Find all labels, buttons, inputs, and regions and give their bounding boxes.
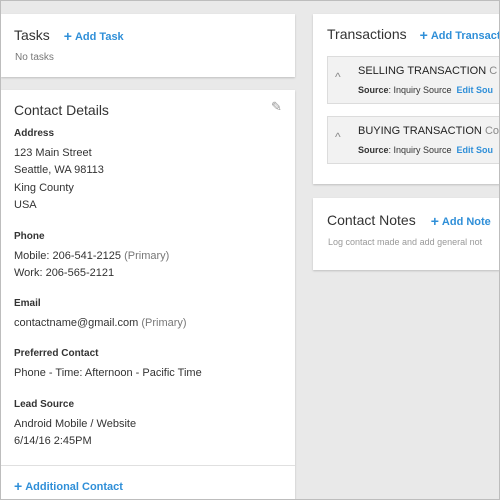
phone-mobile-value[interactable]: Mobile: 206-541-2125 xyxy=(14,250,121,262)
address-line: 123 Main Street xyxy=(14,147,92,159)
edit-source-link[interactable]: Edit Sou xyxy=(457,85,494,95)
lead-source-value: Android Mobile / Website xyxy=(14,418,137,430)
additional-contact-button[interactable]: + Additional Contact xyxy=(14,477,123,494)
add-transaction-button[interactable]: +Add Transaction xyxy=(419,26,500,43)
phone-section: Phone Mobile: 206-541-2125 (Primary) Wor… xyxy=(14,231,169,283)
add-transaction-label: Add Transaction xyxy=(430,30,500,42)
lead-source-section: Lead Source Android Mobile / Website 6/1… xyxy=(14,399,136,451)
phone-work[interactable]: Work: 206-565-2121 xyxy=(14,265,169,282)
contact-notes-card xyxy=(313,198,500,270)
primary-tag: (Primary) xyxy=(124,250,170,262)
add-note-button[interactable]: + Add Note xyxy=(430,212,491,229)
primary-tag: (Primary) xyxy=(141,317,187,329)
transaction-name-text: BUYING TRANSACTION xyxy=(358,125,482,137)
transaction-name-extra: C xyxy=(489,65,498,77)
preferred-contact-value: Phone - Time: Afternoon - Pacific Time xyxy=(14,367,202,379)
add-task-button[interactable]: + Add Task xyxy=(63,27,124,44)
email-section: Email contactname@gmail.com (Primary) xyxy=(14,298,187,332)
transactions-title: Transactions xyxy=(327,26,407,42)
transaction-name: BUYING TRANSACTION Co xyxy=(358,125,499,137)
contact-notes-header: Contact Notes + Add Note xyxy=(327,212,491,229)
source-value: : Inquiry Source xyxy=(388,145,452,155)
address-line: USA xyxy=(14,198,37,211)
preferred-contact-label: Preferred Contact xyxy=(14,348,99,359)
address-line: King County xyxy=(14,181,74,194)
contact-notes-description[interactable]: Log contact made and add general not xyxy=(328,237,482,247)
preferred-contact-section: Preferred Contact Phone - Time: Afternoo… xyxy=(14,348,202,382)
phone-mobile: Mobile: 206-541-2125 (Primary) xyxy=(14,248,169,265)
chevron-up-icon[interactable]: ^ xyxy=(335,70,341,84)
tasks-card xyxy=(1,14,295,77)
edit-source-link[interactable]: Edit Sou xyxy=(457,145,494,155)
chevron-up-icon[interactable]: ^ xyxy=(335,130,341,144)
add-note-label: Add Note xyxy=(441,216,491,228)
divider xyxy=(1,465,295,466)
add-task-label: Add Task xyxy=(74,31,124,43)
tasks-empty-text: No tasks xyxy=(15,52,54,63)
source-label: Source xyxy=(358,145,389,155)
additional-contact-label: Additional Contact xyxy=(25,481,123,493)
plus-icon: + xyxy=(14,478,23,494)
edit-pencil-icon[interactable]: ✎ xyxy=(271,99,282,115)
plus-icon: + xyxy=(430,213,439,229)
address-label: Address xyxy=(14,128,55,139)
transaction-name: SELLING TRANSACTION C xyxy=(358,65,497,77)
transaction-item[interactable]: ^ BUYING TRANSACTION Co Source: Inquiry … xyxy=(327,116,500,164)
transaction-name-text: SELLING TRANSACTION xyxy=(358,65,487,77)
source-label: Source xyxy=(358,85,389,95)
contact-details-title: Contact Details xyxy=(14,102,109,118)
address-line: Seattle, WA 98113 xyxy=(14,164,104,177)
plus-icon: + xyxy=(419,27,428,43)
tasks-title: Tasks xyxy=(14,27,50,43)
source-value: : Inquiry Source xyxy=(388,85,452,95)
email-line: contactname@gmail.com (Primary) xyxy=(14,315,187,332)
lead-source-time: 6/14/16 2:45PM xyxy=(14,435,92,448)
contact-notes-title: Contact Notes xyxy=(327,212,416,228)
lead-source-label: Lead Source xyxy=(14,399,75,410)
plus-icon: + xyxy=(63,28,72,44)
email-value[interactable]: contactname@gmail.com xyxy=(14,317,138,329)
transaction-source: Source: Inquiry Source Edit Sou xyxy=(358,145,493,155)
email-label: Email xyxy=(14,298,41,309)
transaction-item[interactable]: ^ SELLING TRANSACTION C Source: Inquiry … xyxy=(327,56,500,104)
phone-label: Phone xyxy=(14,231,45,242)
tasks-header: Tasks + Add Task xyxy=(14,27,124,44)
transaction-source: Source: Inquiry Source Edit Sou xyxy=(358,85,493,95)
transactions-header: Transactions +Add Transaction xyxy=(327,26,500,43)
transaction-name-extra: Co xyxy=(484,125,499,137)
address-section: Address 123 Main Street Seattle, WA 9811… xyxy=(14,128,104,214)
